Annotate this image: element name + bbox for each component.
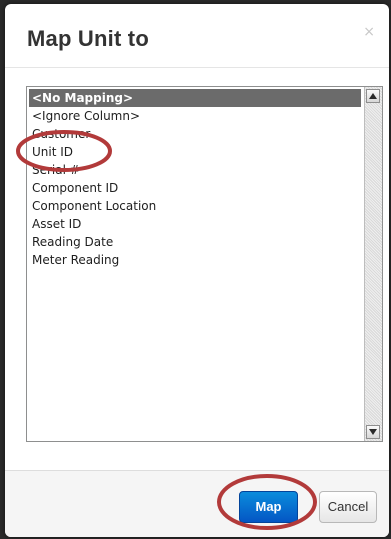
triangle-down-icon xyxy=(369,429,377,435)
cancel-button[interactable]: Cancel xyxy=(319,491,377,523)
dialog-header: Map Unit to × xyxy=(5,4,389,68)
list-item-ignore-column[interactable]: <Ignore Column> xyxy=(29,107,361,125)
list-item-unit-id[interactable]: Unit ID xyxy=(29,143,361,161)
screen-frame: Map Unit to × <No Mapping> <Ignore Colum… xyxy=(0,0,391,539)
triangle-up-icon xyxy=(369,93,377,99)
list-item-component-location[interactable]: Component Location xyxy=(29,197,361,215)
list-item-no-mapping[interactable]: <No Mapping> xyxy=(29,89,361,107)
close-icon[interactable]: × xyxy=(363,24,375,40)
mapping-listbox[interactable]: <No Mapping> <Ignore Column> Customer Un… xyxy=(26,86,383,442)
map-unit-dialog: Map Unit to × <No Mapping> <Ignore Colum… xyxy=(5,4,389,537)
list-item-reading-date[interactable]: Reading Date xyxy=(29,233,361,251)
list-item-customer[interactable]: Customer xyxy=(29,125,361,143)
dialog-body: <No Mapping> <Ignore Column> Customer Un… xyxy=(5,68,389,468)
scroll-down-button[interactable] xyxy=(366,425,380,439)
list-item-meter-reading[interactable]: Meter Reading xyxy=(29,251,361,269)
list-item-component-id[interactable]: Component ID xyxy=(29,179,361,197)
list-scrollbar[interactable] xyxy=(364,87,382,441)
list-item-serial[interactable]: Serial # xyxy=(29,161,361,179)
dialog-footer: Map Cancel xyxy=(5,470,389,537)
scroll-up-button[interactable] xyxy=(366,89,380,103)
list-item-asset-id[interactable]: Asset ID xyxy=(29,215,361,233)
dialog-title: Map Unit to xyxy=(27,26,149,51)
mapping-list-items: <No Mapping> <Ignore Column> Customer Un… xyxy=(29,89,361,269)
map-button[interactable]: Map xyxy=(239,491,298,523)
